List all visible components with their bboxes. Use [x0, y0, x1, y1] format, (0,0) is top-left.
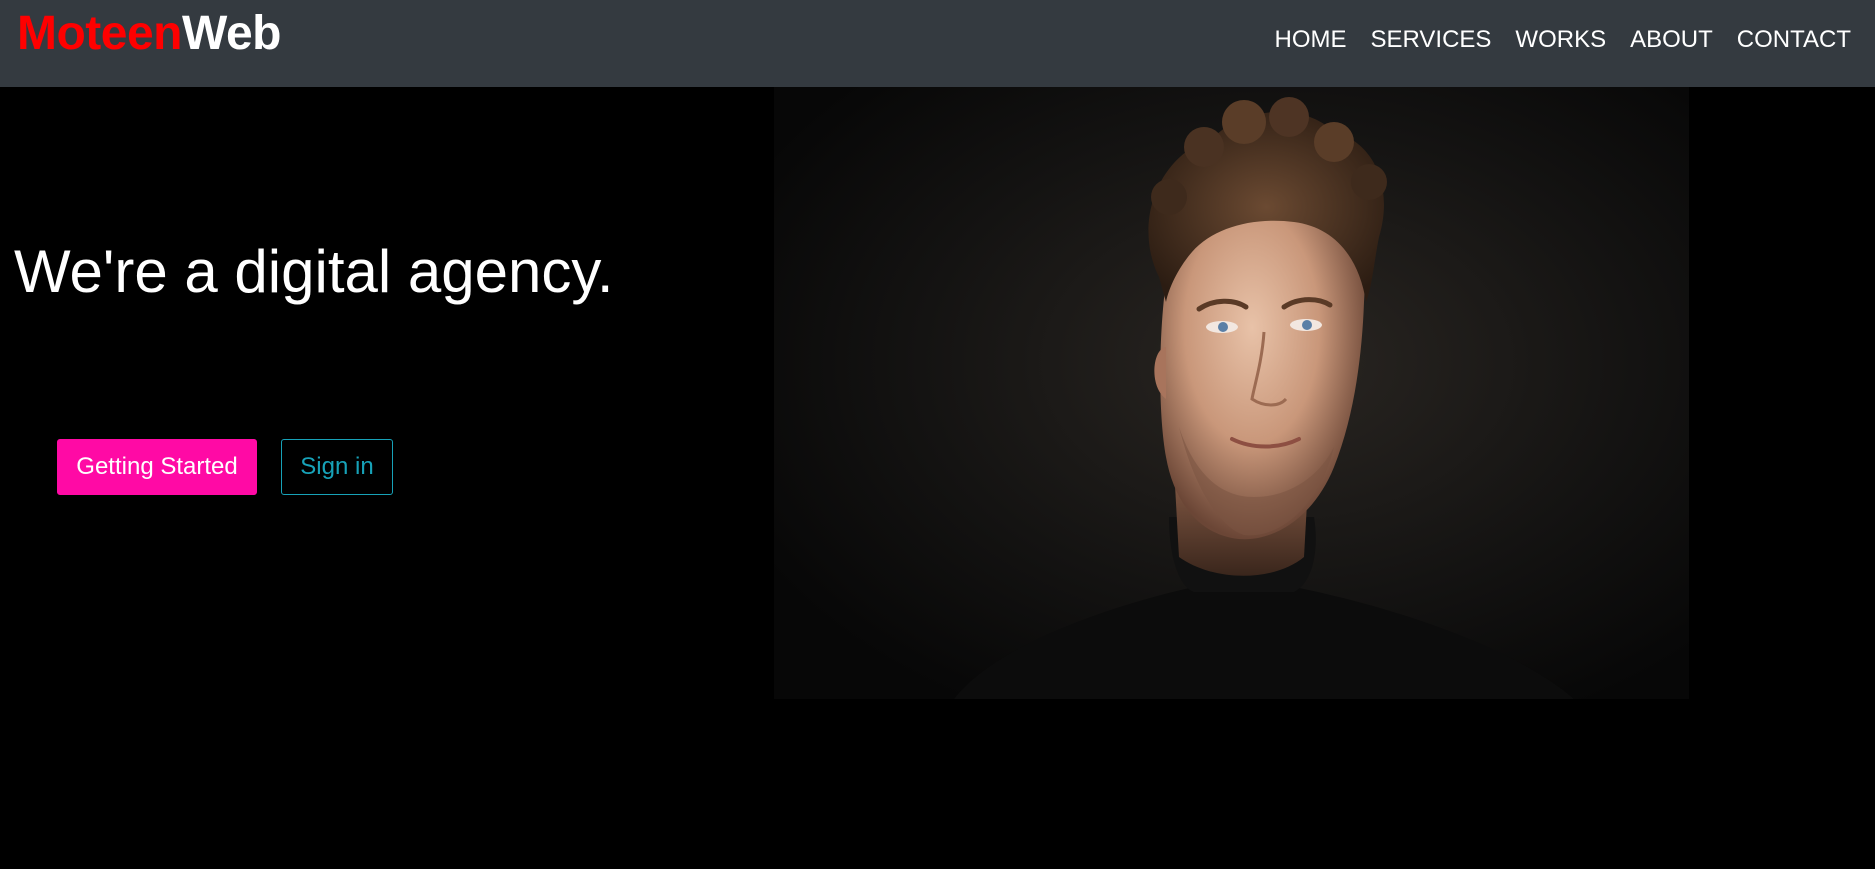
main-nav: HOME SERVICES WORKS ABOUT CONTACT	[1262, 24, 1851, 56]
nav-about[interactable]: ABOUT	[1618, 24, 1725, 56]
nav-contact[interactable]: CONTACT	[1725, 24, 1851, 56]
page: MoteenWeb HOME SERVICES WORKS ABOUT CONT…	[0, 0, 1875, 869]
sign-in-button[interactable]: Sign in	[281, 439, 393, 495]
navbar: MoteenWeb HOME SERVICES WORKS ABOUT CONT…	[0, 0, 1875, 87]
nav-services[interactable]: SERVICES	[1358, 24, 1503, 56]
hero-portrait-image	[774, 87, 1689, 699]
getting-started-button[interactable]: Getting Started	[57, 439, 257, 495]
brand-logo-part1: Moteen	[17, 7, 183, 60]
nav-home[interactable]: HOME	[1262, 24, 1358, 56]
hero-title: We're a digital agency.	[14, 238, 614, 305]
nav-works[interactable]: WORKS	[1503, 24, 1618, 56]
brand-logo-part2: Web	[182, 7, 281, 60]
brand-logo[interactable]: MoteenWeb	[17, 6, 281, 62]
